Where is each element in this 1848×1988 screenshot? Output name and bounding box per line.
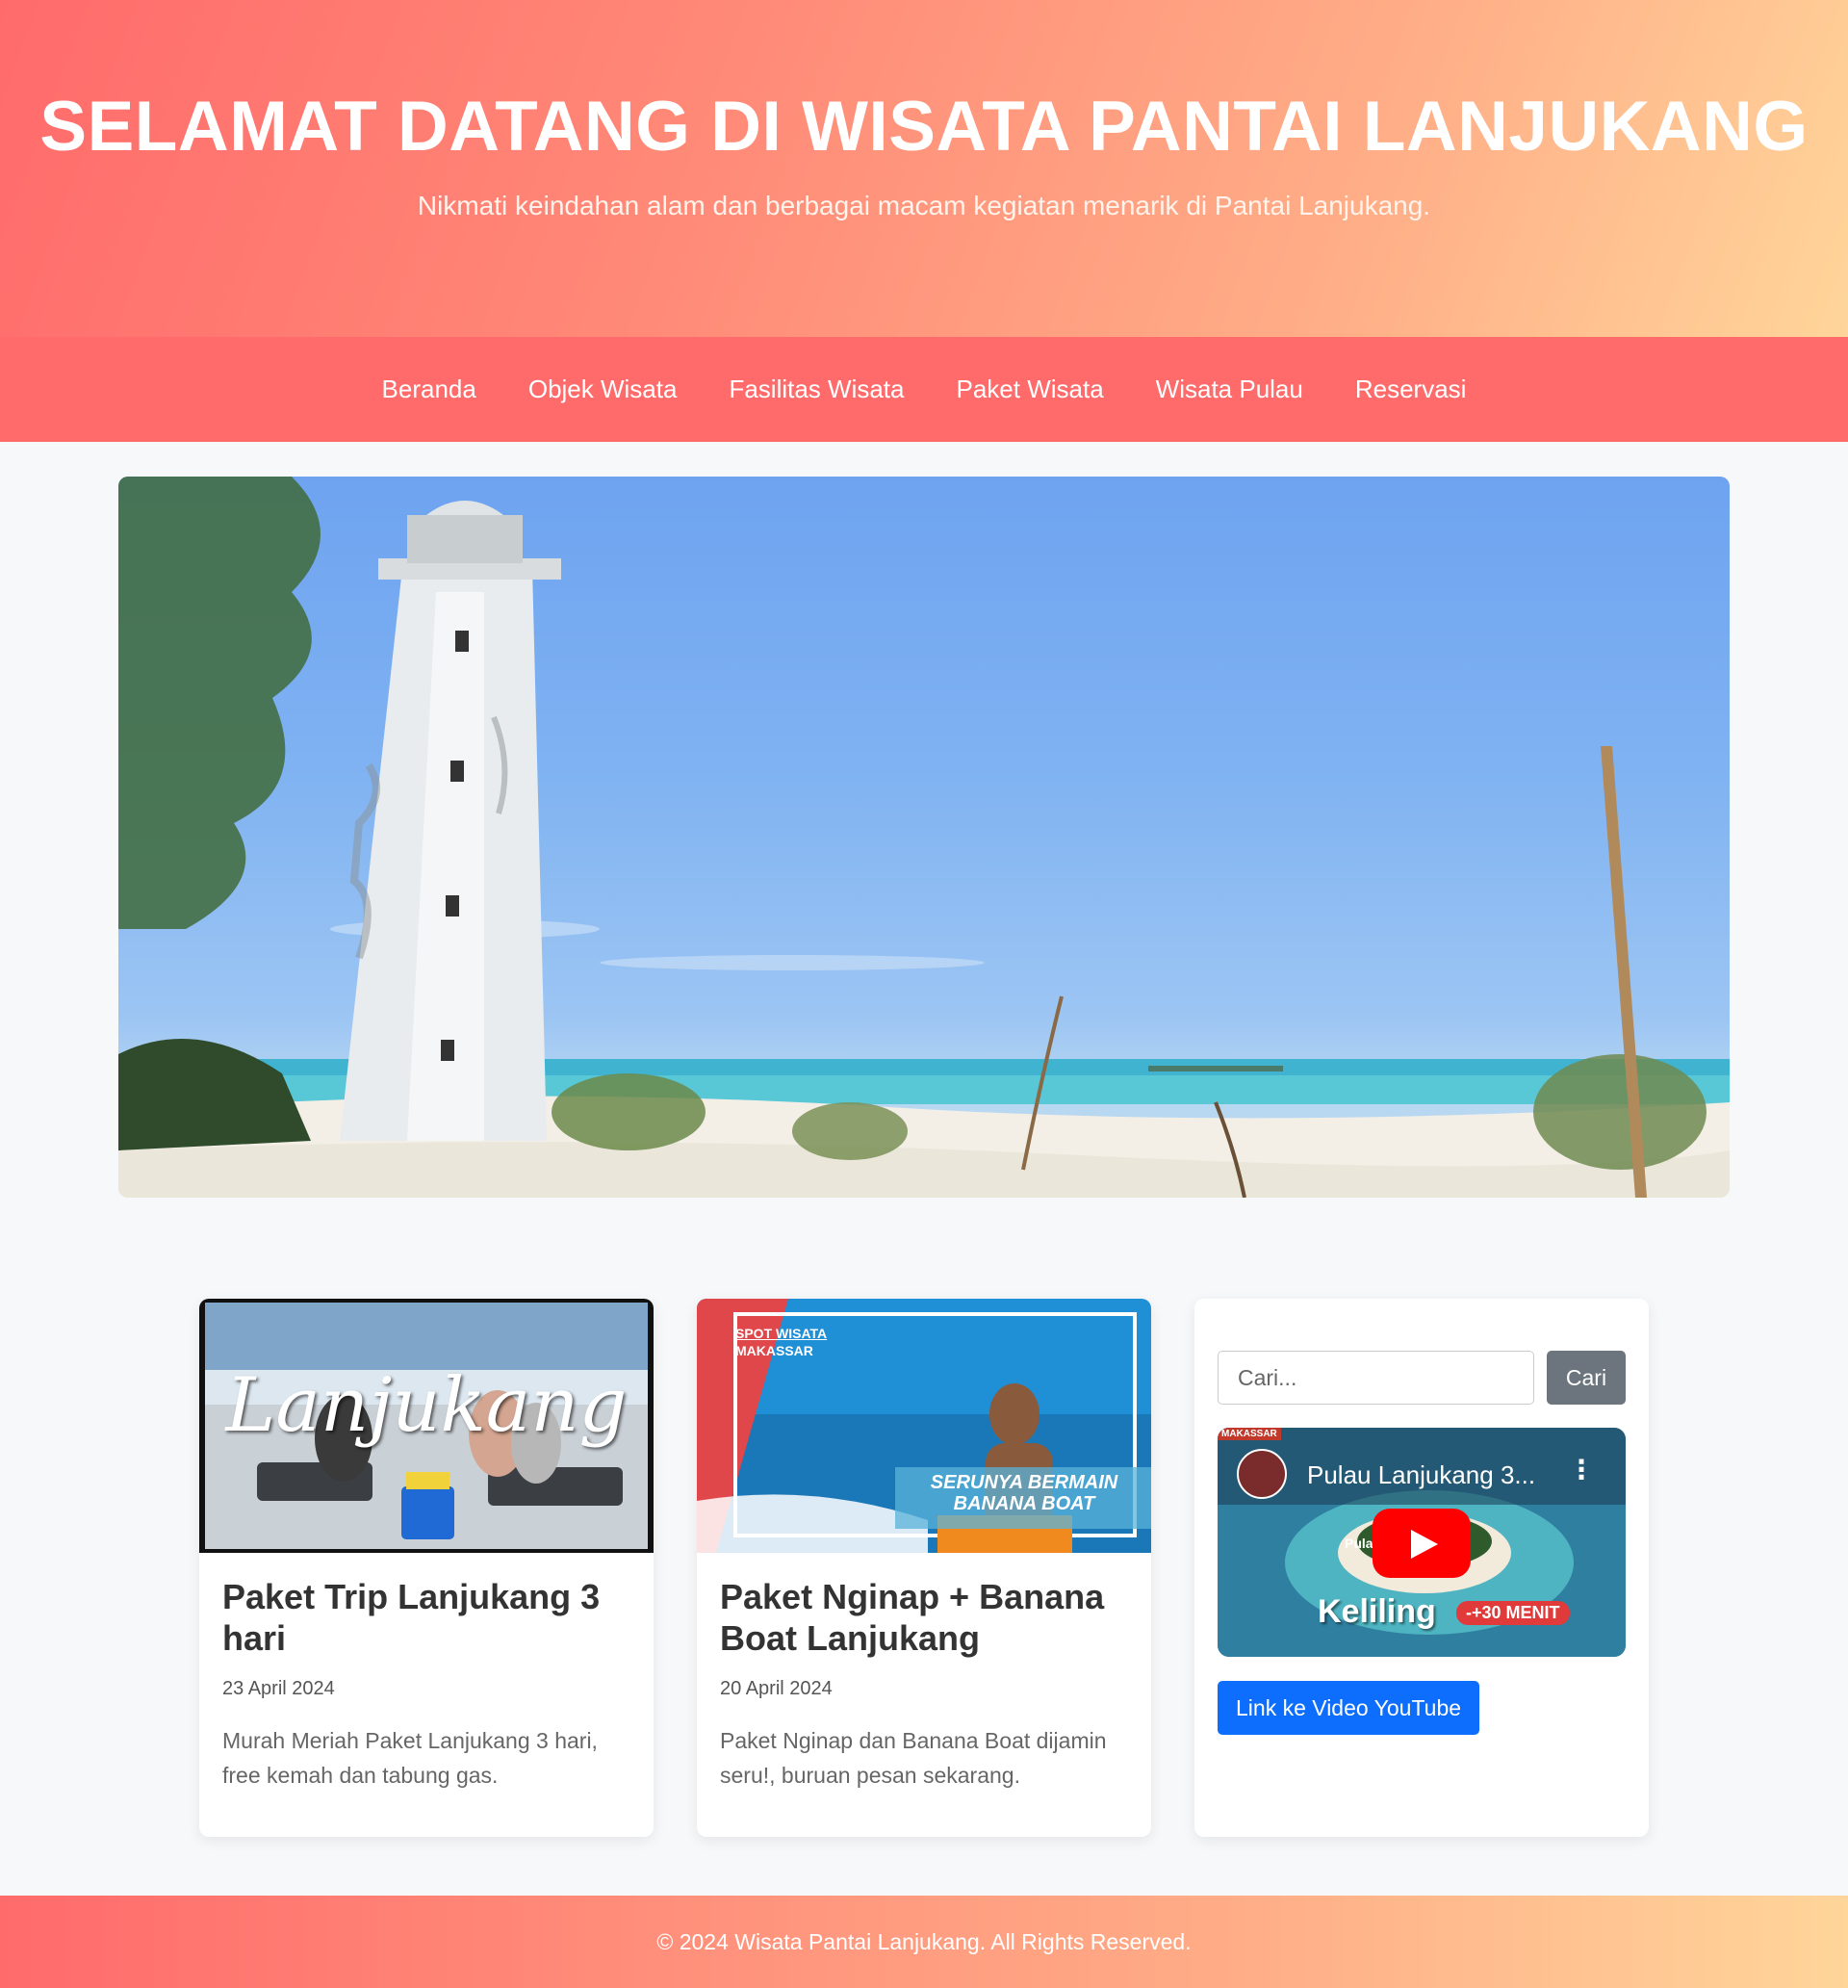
search-form: Cari: [1218, 1351, 1626, 1405]
site-footer: © 2024 Wisata Pantai Lanjukang. All Righ…: [0, 1896, 1848, 1988]
footer-copyright: © 2024 Wisata Pantai Lanjukang. All Righ…: [656, 1928, 1192, 1954]
play-button-icon[interactable]: [1373, 1509, 1471, 1578]
nav-item-fasilitas-wisata[interactable]: Fasilitas Wisata: [703, 337, 930, 442]
search-button[interactable]: Cari: [1547, 1351, 1626, 1405]
nav-item-beranda[interactable]: Beranda: [356, 337, 502, 442]
nav-item-wisata-pulau[interactable]: Wisata Pulau: [1130, 337, 1329, 442]
channel-avatar[interactable]: [1237, 1449, 1287, 1499]
youtube-embed[interactable]: MAKASSAR Pulau Lanjukang 3... ⋮ Pula Kel…: [1218, 1428, 1626, 1657]
youtube-link-button[interactable]: Link ke Video YouTube: [1218, 1681, 1480, 1735]
site-header: SELAMAT DATANG DI WISATA PANTAI LANJUKAN…: [0, 0, 1848, 337]
thumbnail-caption: SERUNYA BERMAIN BANANA BOAT: [930, 1472, 1118, 1514]
nav-item-reservasi[interactable]: Reservasi: [1329, 337, 1493, 442]
lighthouse-beach-photo: [118, 477, 1730, 1198]
content-row: Lanjukang Paket Trip Lanjukang 3 hari 23…: [0, 1299, 1848, 1837]
main-nav: Beranda Objek Wisata Fasilitas Wisata Pa…: [0, 337, 1848, 442]
package-thumbnail: Lanjukang: [199, 1299, 654, 1553]
nav-item-paket-wisata[interactable]: Paket Wisata: [931, 337, 1130, 442]
sidebar: Cari MAKASSAR Pulau Lanjukang 3... ⋮ Pul…: [1194, 1299, 1649, 1837]
card-date: 20 April 2024: [720, 1678, 833, 1699]
card-date: 23 April 2024: [222, 1678, 335, 1699]
package-card[interactable]: SPOT WISATA MAKASSAR SERUNYA BERMAIN BAN…: [697, 1299, 1151, 1837]
page-subtitle: Nikmati keindahan alam dan berbagai maca…: [417, 191, 1431, 220]
page-title: SELAMAT DATANG DI WISATA PANTAI LANJUKAN…: [39, 88, 1809, 166]
hero-banner-image: [118, 477, 1730, 1198]
card-description: Murah Meriah Paket Lanjukang 3 hari, fre…: [222, 1728, 598, 1788]
thumbnail-script-text: Lanjukang: [225, 1362, 628, 1449]
package-card[interactable]: Lanjukang Paket Trip Lanjukang 3 hari 23…: [199, 1299, 654, 1837]
card-title: Paket Nginap + Banana Boat Lanjukang: [720, 1577, 1105, 1658]
package-thumbnail: SPOT WISATA MAKASSAR SERUNYA BERMAIN BAN…: [697, 1299, 1151, 1553]
card-title: Paket Trip Lanjukang 3 hari: [222, 1577, 601, 1658]
thumbnail-badge: SPOT WISATA MAKASSAR: [735, 1326, 828, 1358]
more-options-icon[interactable]: ⋮: [1568, 1457, 1595, 1484]
channel-tag: MAKASSAR: [1218, 1428, 1281, 1440]
video-overlay-word: Keliling: [1318, 1593, 1436, 1630]
video-title[interactable]: Pulau Lanjukang 3...: [1307, 1460, 1535, 1490]
search-input[interactable]: [1218, 1351, 1534, 1405]
video-duration-badge: -+30 MENIT: [1456, 1601, 1570, 1625]
video-overlay-small-text: Pula: [1345, 1536, 1373, 1551]
nav-item-objek-wisata[interactable]: Objek Wisata: [502, 337, 704, 442]
card-description: Paket Nginap dan Banana Boat dijamin ser…: [720, 1728, 1107, 1788]
